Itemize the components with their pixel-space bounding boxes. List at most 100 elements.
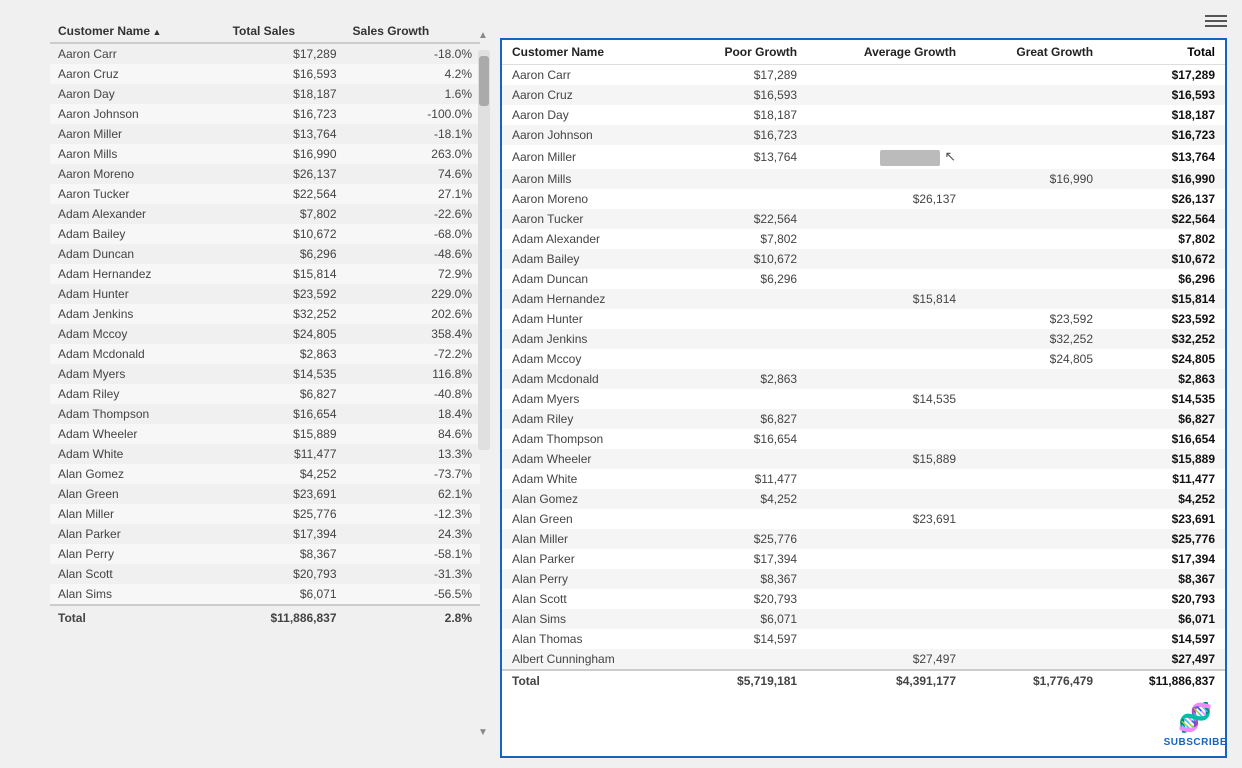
right-cell: $7,802 <box>1103 229 1225 249</box>
right-col-average-growth[interactable]: Average Growth <box>807 40 966 65</box>
left-cell: Adam Thompson <box>50 404 225 424</box>
right-cell: $23,592 <box>1103 309 1225 329</box>
left-cell: Aaron Carr <box>50 43 225 64</box>
left-cell: -100.0% <box>345 104 480 124</box>
right-cell: Adam Wheeler <box>502 449 676 469</box>
left-cell: $16,593 <box>225 64 345 84</box>
right-cell: $18,187 <box>1103 105 1225 125</box>
scroll-down-arrow[interactable]: ▼ <box>476 727 490 738</box>
left-cell: -31.3% <box>345 564 480 584</box>
left-cell: $10,672 <box>225 224 345 244</box>
left-cell: Alan Gomez <box>50 464 225 484</box>
left-scrollbar[interactable] <box>478 50 490 450</box>
left-cell: Adam Bailey <box>50 224 225 244</box>
right-cell: $11,477 <box>676 469 807 489</box>
left-cell: 27.1% <box>345 184 480 204</box>
left-cell: -58.1% <box>345 544 480 564</box>
right-cell: Aaron Miller <box>502 145 676 169</box>
right-cell <box>807 629 966 649</box>
right-cell: Aaron Mills <box>502 169 676 189</box>
left-cell: $7,802 <box>225 204 345 224</box>
right-cell <box>676 649 807 670</box>
right-table: Customer Name Poor Growth Average Growth… <box>502 40 1225 691</box>
right-cell <box>966 509 1103 529</box>
left-cell: $16,723 <box>225 104 345 124</box>
right-cell: Aaron Carr <box>502 65 676 86</box>
right-table-container: Customer Name Poor Growth Average Growth… <box>500 38 1227 758</box>
right-cell <box>807 169 966 189</box>
right-col-poor-growth[interactable]: Poor Growth <box>676 40 807 65</box>
left-cell: Adam Wheeler <box>50 424 225 444</box>
right-cell: $24,805 <box>966 349 1103 369</box>
left-cell: $16,654 <box>225 404 345 424</box>
left-cell: -18.1% <box>345 124 480 144</box>
left-cell: $13,764 <box>225 124 345 144</box>
left-cell: $17,289 <box>225 43 345 64</box>
left-cell: Adam Alexander <box>50 204 225 224</box>
right-cell: Alan Thomas <box>502 629 676 649</box>
right-cell <box>966 389 1103 409</box>
left-cell: $26,137 <box>225 164 345 184</box>
right-cell <box>807 65 966 86</box>
right-cell <box>807 429 966 449</box>
right-cell <box>807 209 966 229</box>
left-cell: -40.8% <box>345 384 480 404</box>
right-cell <box>807 229 966 249</box>
subscribe-label[interactable]: SUBSCRIBE <box>1164 737 1227 748</box>
left-col-customer-name[interactable]: Customer Name <box>50 20 225 43</box>
left-cell: -56.5% <box>345 584 480 605</box>
right-total-cell: $1,776,479 <box>966 670 1103 691</box>
right-cell: Adam Mcdonald <box>502 369 676 389</box>
right-col-total[interactable]: Total <box>1103 40 1225 65</box>
right-cell: $16,654 <box>676 429 807 449</box>
right-cell <box>966 289 1103 309</box>
right-cell: $26,137 <box>807 189 966 209</box>
left-scrollbar-thumb[interactable] <box>479 56 489 106</box>
right-cell: $27,497 <box>1103 649 1225 670</box>
right-cell: $8,367 <box>1103 569 1225 589</box>
right-cell: $20,793 <box>676 589 807 609</box>
left-cell: Aaron Miller <box>50 124 225 144</box>
right-cell: Adam Mccoy <box>502 349 676 369</box>
right-cell <box>966 469 1103 489</box>
right-total-cell: $5,719,181 <box>676 670 807 691</box>
left-col-total-sales[interactable]: Total Sales <box>225 20 345 43</box>
right-cell: $16,654 <box>1103 429 1225 449</box>
left-cell: $22,564 <box>225 184 345 204</box>
left-cell: Alan Sims <box>50 584 225 605</box>
right-cell <box>807 609 966 629</box>
left-cell: -48.6% <box>345 244 480 264</box>
right-cell: $13,764 <box>1103 145 1225 169</box>
subscribe-area[interactable]: 🧬 SUBSCRIBE <box>1164 701 1227 748</box>
left-cell: Alan Green <box>50 484 225 504</box>
left-cell: Alan Scott <box>50 564 225 584</box>
right-col-customer-name[interactable]: Customer Name <box>502 40 676 65</box>
left-cell: $6,296 <box>225 244 345 264</box>
right-cell: Adam White <box>502 469 676 489</box>
hamburger-menu[interactable] <box>1205 15 1227 27</box>
right-cell: $18,187 <box>676 105 807 125</box>
right-cell <box>807 269 966 289</box>
scroll-up-arrow[interactable]: ▲ <box>476 30 490 41</box>
left-col-sales-growth[interactable]: Sales Growth <box>345 20 480 43</box>
right-cell: $16,593 <box>1103 85 1225 105</box>
left-cell: Adam White <box>50 444 225 464</box>
right-col-great-growth[interactable]: Great Growth <box>966 40 1103 65</box>
left-cell: Adam Mccoy <box>50 324 225 344</box>
left-cell: $2,863 <box>225 344 345 364</box>
right-cell: Adam Duncan <box>502 269 676 289</box>
right-cell <box>966 229 1103 249</box>
right-cell: $6,071 <box>676 609 807 629</box>
right-cell <box>966 189 1103 209</box>
right-cell: $27,497 <box>807 649 966 670</box>
right-cell: Aaron Johnson <box>502 125 676 145</box>
right-cell <box>676 169 807 189</box>
right-cell <box>807 329 966 349</box>
right-cell: Adam Thompson <box>502 429 676 449</box>
right-cell: $23,691 <box>807 509 966 529</box>
right-cell: $6,296 <box>676 269 807 289</box>
right-cell: ↖ <box>807 145 966 169</box>
left-cell: $23,691 <box>225 484 345 504</box>
left-cell: $16,990 <box>225 144 345 164</box>
left-cell: Alan Perry <box>50 544 225 564</box>
